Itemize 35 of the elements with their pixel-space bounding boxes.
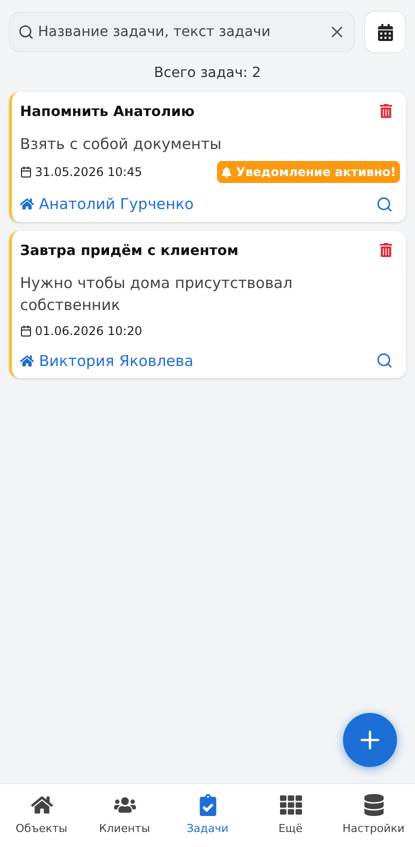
task-text: Взять с собой документы	[20, 134, 222, 155]
trash-icon[interactable]	[379, 242, 393, 256]
search-field[interactable]: Название задачи, текст задачи	[38, 22, 324, 42]
grid-icon	[280, 794, 302, 816]
task-count: Всего задач: 2	[153, 64, 262, 83]
task-date: 01.06.2026 10:20	[35, 322, 142, 340]
house-icon	[30, 794, 52, 816]
nav-tab[interactable]: Ещё	[249, 784, 332, 847]
task-title: Напомнить Анатолию	[20, 103, 195, 122]
client-link[interactable]: Анатолий Гурченко	[39, 193, 194, 216]
task-title: Завтра придём с клиентом	[20, 242, 238, 260]
trash-icon[interactable]	[379, 104, 393, 118]
database-icon	[362, 794, 384, 816]
search-icon	[18, 24, 34, 40]
task-date: 31.05.2026 10:45	[35, 164, 142, 181]
task-card[interactable]: Завтра придём с клиентом Нужно чтобы дома присутствовал собственник 01.06.2026 10:20 Виктория Яковлева	[9, 230, 406, 378]
search-icon[interactable]	[376, 352, 393, 370]
add-button[interactable]	[343, 713, 397, 767]
nav-tab[interactable]: Объекты	[0, 784, 83, 847]
house-icon	[20, 354, 34, 368]
task-card[interactable]: Напомнить Анатолию Взять с собой документы 31.05.2026 10:45 Уведомление активно! Анатолий Гурченко	[9, 92, 406, 222]
calendar-button[interactable]	[364, 11, 406, 53]
client-link[interactable]: Виктория Яковлева	[39, 350, 194, 372]
calendar-icon	[376, 24, 394, 40]
task-text: Нужно чтобы дома присутствовал собственник	[20, 272, 294, 316]
calendar-icon	[20, 324, 32, 336]
notification-text: Уведомление активно!	[236, 164, 396, 181]
search-bar[interactable]: Название задачи, текст задачи	[9, 12, 355, 52]
nav-tab[interactable]: Задачи	[166, 784, 249, 847]
house-icon	[20, 197, 34, 212]
nav-tab[interactable]: Настройки	[332, 784, 415, 847]
calendar-icon	[20, 166, 32, 178]
nav-tab[interactable]: Клиенты	[83, 784, 166, 847]
bell-icon	[221, 166, 232, 178]
search-icon[interactable]	[376, 196, 393, 213]
